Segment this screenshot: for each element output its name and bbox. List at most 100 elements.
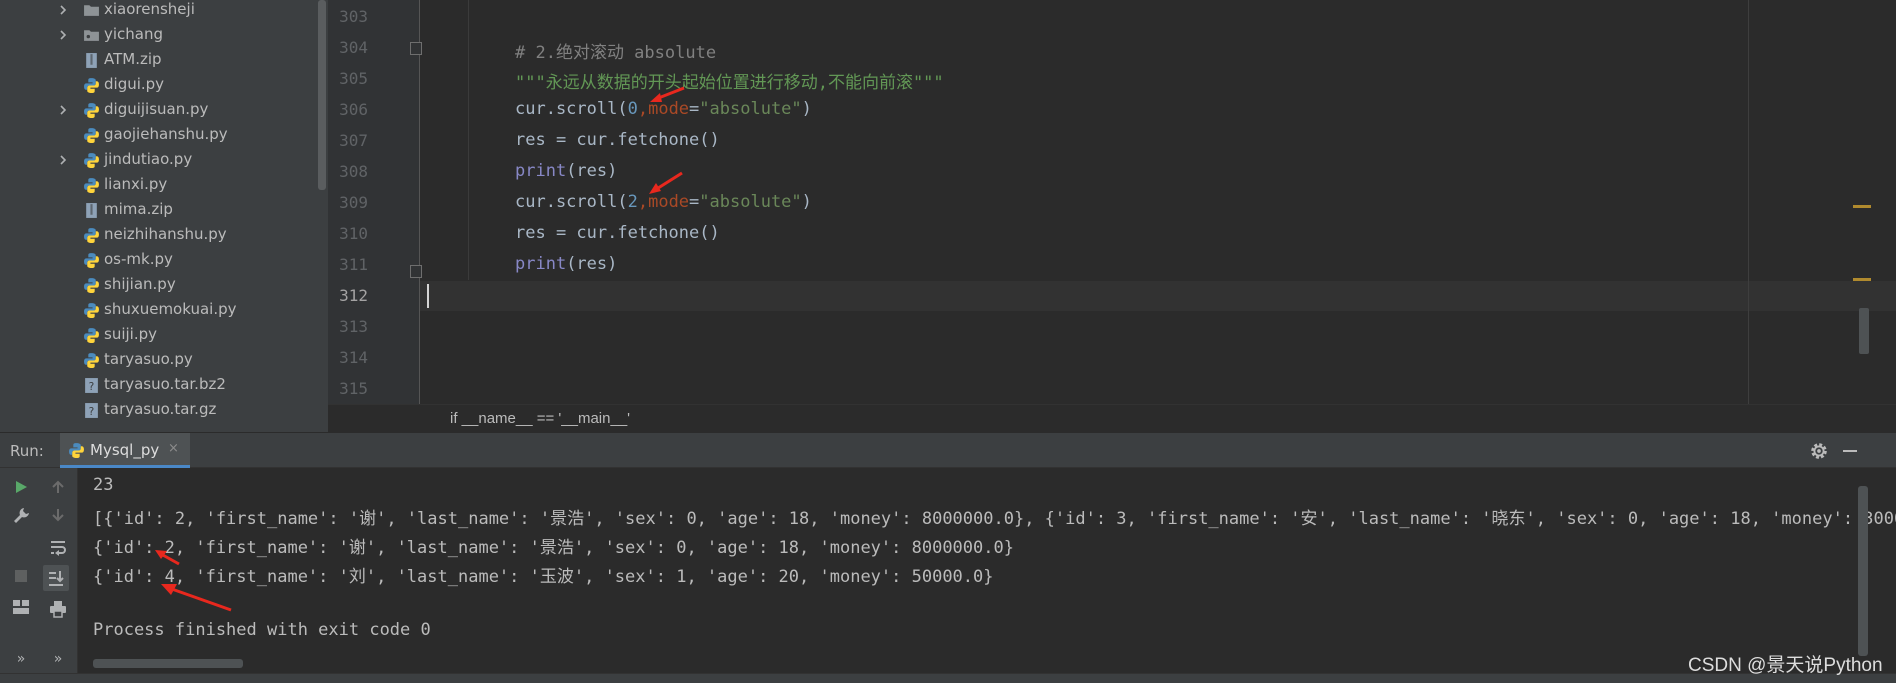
line-number: 313 <box>339 317 368 336</box>
code-editor[interactable]: 303 304 305 306 307 308 309 310 311 312 313 314 315 … <box>328 0 1896 432</box>
run-toolbar: » » <box>0 468 78 673</box>
tree-item[interactable]: shuxuemokuai.py <box>0 298 318 323</box>
code-string: "absolute" <box>699 192 802 212</box>
docstring: """永远从数据的开头起始位置进行移动,不能向前滚""" <box>515 73 944 93</box>
tree-item-label: mima.zip <box>104 200 173 218</box>
run-tab-mysql-py[interactable]: Mysql_py × <box>60 433 190 468</box>
gear-icon[interactable] <box>1808 440 1830 462</box>
code-token: = <box>689 192 700 212</box>
chevron-right-icon[interactable] <box>56 28 70 42</box>
tree-item-label: xiaorensheji <box>104 0 195 18</box>
code-number: 2 <box>627 192 638 212</box>
watermark: CSDN @景天说Python <box>1688 655 1883 676</box>
chevron-right-icon[interactable] <box>56 153 70 167</box>
tree-item-label: os-mk.py <box>104 250 173 268</box>
up-stack-button[interactable] <box>45 474 71 500</box>
python-file-icon <box>84 228 99 243</box>
tree-item-label: taryasuo.py <box>104 350 193 368</box>
tree-item-label: shuxuemokuai.py <box>104 300 237 318</box>
tree-item[interactable]: xiaorensheji <box>0 0 318 23</box>
tree-item-label: lianxi.py <box>104 175 168 193</box>
play-icon <box>16 481 27 493</box>
line-number: 311 <box>339 255 368 274</box>
project-tree-scrollbar[interactable] <box>318 0 326 190</box>
code-token: , <box>637 99 649 119</box>
error-stripe-marker[interactable] <box>1853 278 1871 281</box>
python-file-icon <box>84 128 99 143</box>
tree-item[interactable]: shijian.py <box>0 273 318 298</box>
python-icon <box>69 443 84 458</box>
more-tools-right[interactable]: » <box>45 646 71 672</box>
print-button[interactable] <box>45 596 71 622</box>
tree-item[interactable]: suiji.py <box>0 323 318 348</box>
tree-item-label: ATM.zip <box>104 50 162 68</box>
code-token: = <box>689 99 700 119</box>
tree-item-label: taryasuo.tar.gz <box>104 400 217 418</box>
down-stack-button[interactable] <box>45 502 71 528</box>
code-number: 0 <box>627 99 638 119</box>
fold-marker[interactable] <box>410 265 422 278</box>
tree-item[interactable]: diguijisuan.py <box>0 98 318 123</box>
code-token: (res) <box>566 254 618 274</box>
python-file-icon <box>84 278 99 293</box>
package-folder-icon <box>84 30 99 41</box>
line-number: 306 <box>339 100 368 119</box>
run-tab-label: Mysql_py <box>90 441 160 459</box>
code-token: ) <box>801 99 812 119</box>
tree-item[interactable]: neizhihanshu.py <box>0 223 318 248</box>
wrap-icon <box>51 541 66 556</box>
chevron-right-icon[interactable] <box>56 103 70 117</box>
layout-button[interactable] <box>8 594 34 620</box>
tree-item[interactable]: os-mk.py <box>0 248 318 273</box>
code-builtin: print <box>515 254 567 274</box>
tree-item[interactable]: ATM.zip <box>0 48 318 73</box>
tree-item[interactable]: taryasuo.py <box>0 348 318 373</box>
tree-item[interactable]: mima.zip <box>0 198 318 223</box>
tree-item-label: taryasuo.tar.bz2 <box>104 375 226 393</box>
run-window-title: Run: <box>10 442 44 460</box>
soft-wrap-button[interactable] <box>45 534 71 560</box>
chevron-right-icon[interactable] <box>56 3 70 17</box>
line-number: 309 <box>339 193 368 212</box>
bottom-tool-strip <box>0 673 1896 683</box>
tree-item[interactable]: gaojiehanshu.py <box>0 123 318 148</box>
stop-button[interactable] <box>8 563 34 589</box>
annotation-arrow <box>155 550 180 566</box>
scroll-to-end-button[interactable] <box>43 565 69 591</box>
breadcrumb-bar: if __name__ == '__main__' <box>328 404 1896 432</box>
rerun-button[interactable] <box>8 474 34 500</box>
tree-item[interactable]: digui.py <box>0 73 318 98</box>
line-number: 305 <box>339 69 368 88</box>
console-horizontal-scrollbar[interactable] <box>93 659 243 668</box>
tree-item[interactable]: jindutiao.py <box>0 148 318 173</box>
code-line-311: print(res) <box>515 254 617 274</box>
tree-item[interactable]: ? taryasuo.tar.gz <box>0 398 318 423</box>
error-stripe-marker[interactable] <box>1853 205 1871 208</box>
console-output[interactable]: 23 [{'id': 2, 'first_name': '谢', 'last_na… <box>79 468 1896 673</box>
close-icon[interactable]: × <box>168 441 179 456</box>
code-token: res = cur.fetchone() <box>515 130 720 150</box>
tree-item[interactable]: lianxi.py <box>0 173 318 198</box>
code-token: ) <box>801 192 812 212</box>
line-number: 315 <box>339 379 368 398</box>
gutter-divider <box>419 0 420 404</box>
run-tool-window-header: Run: Mysql_py × <box>0 432 1896 468</box>
console-vertical-scrollbar[interactable] <box>1858 486 1868 656</box>
breadcrumb[interactable]: if __name__ == '__main__' <box>450 410 630 427</box>
fold-marker[interactable] <box>410 42 422 55</box>
tree-item-label: jindutiao.py <box>104 150 193 168</box>
tree-item[interactable]: ? taryasuo.tar.bz2 <box>0 373 318 398</box>
minimize-icon[interactable] <box>1843 450 1857 452</box>
code-token: (res) <box>566 161 618 181</box>
edit-config-button[interactable] <box>8 502 34 528</box>
comment: # 2.绝对滚动 absolute <box>515 43 717 63</box>
editor-scrollbar[interactable] <box>1859 308 1869 354</box>
annotation-arrow <box>649 171 683 194</box>
tree-item[interactable]: yichang <box>0 23 318 48</box>
arrow-down-icon <box>52 509 64 522</box>
code-line-304: # 2.绝对滚动 absolute <box>515 38 716 63</box>
python-file-icon <box>84 103 99 118</box>
unknown-file-icon: ? <box>85 403 98 418</box>
more-tools-left[interactable]: » <box>8 646 34 672</box>
console-line: Process finished with exit code 0 <box>93 620 431 640</box>
